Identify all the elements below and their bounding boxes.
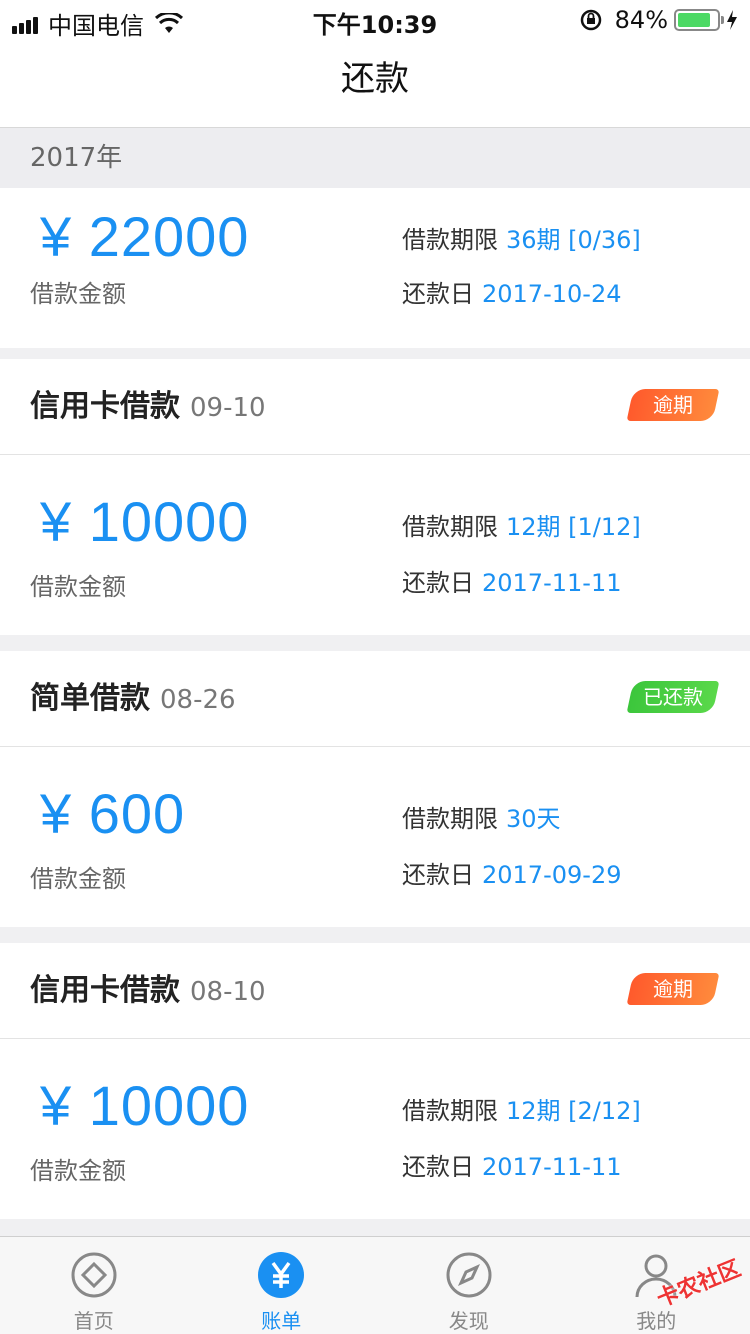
loan-amount-label: 借款金额 <box>30 573 126 601</box>
tab-home[interactable]: 首页 <box>0 1237 188 1334</box>
loan-term: 借款期限 12期 [2/12] <box>402 1091 641 1126</box>
loan-card-header: 简单借款 08-26 已还款 <box>0 651 750 747</box>
summary-card[interactable]: ¥ 22000 借款金额 借款期限 36期 [0/36] 还款日 2017-10-2… <box>0 188 750 348</box>
battery-fill <box>678 13 710 27</box>
loan-due: 还款日 2017-11-11 <box>402 563 621 598</box>
loan-amount: ¥ 600 <box>40 782 186 845</box>
loan-card[interactable]: 信用卡借款 08-10 逾期 ¥ 10000 借款金额 借款期限 12期 [2/12… <box>0 943 750 1219</box>
nav-bar: 还款 <box>0 40 750 128</box>
loan-due: 还款日 2017-09-29 <box>402 855 621 890</box>
loan-name: 简单借款 <box>30 681 150 716</box>
yen-icon <box>258 1252 305 1298</box>
status-bar: 中国电信 下午10:39 84% <box>0 0 750 40</box>
status-badge-label: 已还款 <box>643 685 703 709</box>
loan-card-header: 信用卡借款 08-10 逾期 <box>0 943 750 1039</box>
status-badge-paid: 已还款 <box>626 681 720 713</box>
battery-icon <box>674 9 724 31</box>
loan-name: 信用卡借款 <box>30 973 180 1008</box>
year-header: 2017年 <box>0 128 750 188</box>
summary-body: ¥ 22000 借款金额 借款期限 36期 [0/36] 还款日 2017-10-2… <box>0 188 750 348</box>
summary-term: 借款期限 36期 [0/36] <box>402 220 641 255</box>
loan-term: 借款期限 30天 <box>402 799 561 834</box>
tab-bills-label: 账单 <box>261 1309 302 1333</box>
term-label: 借款期限 <box>402 1097 498 1125</box>
page-title: 还款 <box>341 59 409 99</box>
orientation-lock-icon <box>580 9 601 31</box>
due-value: 2017-11-11 <box>482 1153 622 1181</box>
home-diamond-icon <box>71 1252 117 1298</box>
tab-home-label: 首页 <box>73 1309 114 1333</box>
term-label: 借款期限 <box>402 226 498 254</box>
compass-icon <box>446 1252 492 1298</box>
tab-discover-label: 发现 <box>448 1309 489 1333</box>
term-value: 30天 <box>506 805 561 833</box>
term-label: 借款期限 <box>402 805 498 833</box>
term-value: 12期 [2/12] <box>506 1097 641 1125</box>
loan-due: 还款日 2017-11-11 <box>402 1147 621 1182</box>
loan-card-body: ¥ 10000 借款金额 借款期限 12期 [1/12] 还款日 2017-11-1… <box>0 455 750 635</box>
status-badge-overdue: 逾期 <box>626 973 720 1005</box>
due-value: 2017-11-11 <box>482 569 622 597</box>
loan-date: 09-10 <box>190 393 266 423</box>
due-label: 还款日 <box>402 569 474 597</box>
battery-percent: 84% <box>614 6 668 34</box>
loan-amount-label: 借款金额 <box>30 865 126 893</box>
due-label: 还款日 <box>402 280 474 308</box>
tab-discover[interactable]: 发现 <box>375 1237 563 1334</box>
due-value: 2017-10-24 <box>482 280 622 308</box>
term-label: 借款期限 <box>402 513 498 541</box>
loan-amount: ¥ 10000 <box>40 490 250 553</box>
loan-date: 08-10 <box>190 977 266 1007</box>
status-badge-label: 逾期 <box>653 393 693 417</box>
tab-bar: 首页 账单 发现 我的 <box>0 1236 750 1334</box>
app-screen: 中国电信 下午10:39 84% 还款 2017年 ¥ 22000 借款金额 借… <box>0 0 750 1334</box>
loan-date: 08-26 <box>160 685 236 715</box>
loan-term: 借款期限 12期 [1/12] <box>402 507 641 542</box>
summary-amount: ¥ 22000 <box>40 205 250 268</box>
loan-amount: ¥ 10000 <box>40 1074 250 1137</box>
due-label: 还款日 <box>402 1153 474 1181</box>
summary-due: 还款日 2017-10-24 <box>402 274 621 309</box>
loan-card[interactable]: 简单借款 08-26 已还款 ¥ 600 借款金额 借款期限 30天 还款日 2017… <box>0 651 750 927</box>
loan-card-header: 信用卡借款 09-10 逾期 <box>0 359 750 455</box>
loan-name: 信用卡借款 <box>30 389 180 424</box>
tab-bills[interactable]: 账单 <box>188 1237 376 1334</box>
due-label: 还款日 <box>402 861 474 889</box>
charging-icon <box>727 10 737 30</box>
tab-mine-label: 我的 <box>636 1309 677 1333</box>
status-badge-label: 逾期 <box>653 977 693 1001</box>
loan-card-body: ¥ 600 借款金额 借款期限 30天 还款日 2017-09-29 <box>0 747 750 927</box>
loan-card-body: ¥ 10000 借款金额 借款期限 12期 [2/12] 还款日 2017-11-1… <box>0 1039 750 1219</box>
term-value: 12期 [1/12] <box>506 513 641 541</box>
term-value: 36期 [0/36] <box>506 226 641 254</box>
status-badge-overdue: 逾期 <box>626 389 720 421</box>
summary-amount-label: 借款金额 <box>30 280 126 308</box>
due-value: 2017-09-29 <box>482 861 622 889</box>
loan-amount-label: 借款金额 <box>30 1157 126 1185</box>
loan-card[interactable]: 信用卡借款 09-10 逾期 ¥ 10000 借款金额 借款期限 12期 [1/12… <box>0 359 750 635</box>
status-right: 84% <box>579 6 738 34</box>
